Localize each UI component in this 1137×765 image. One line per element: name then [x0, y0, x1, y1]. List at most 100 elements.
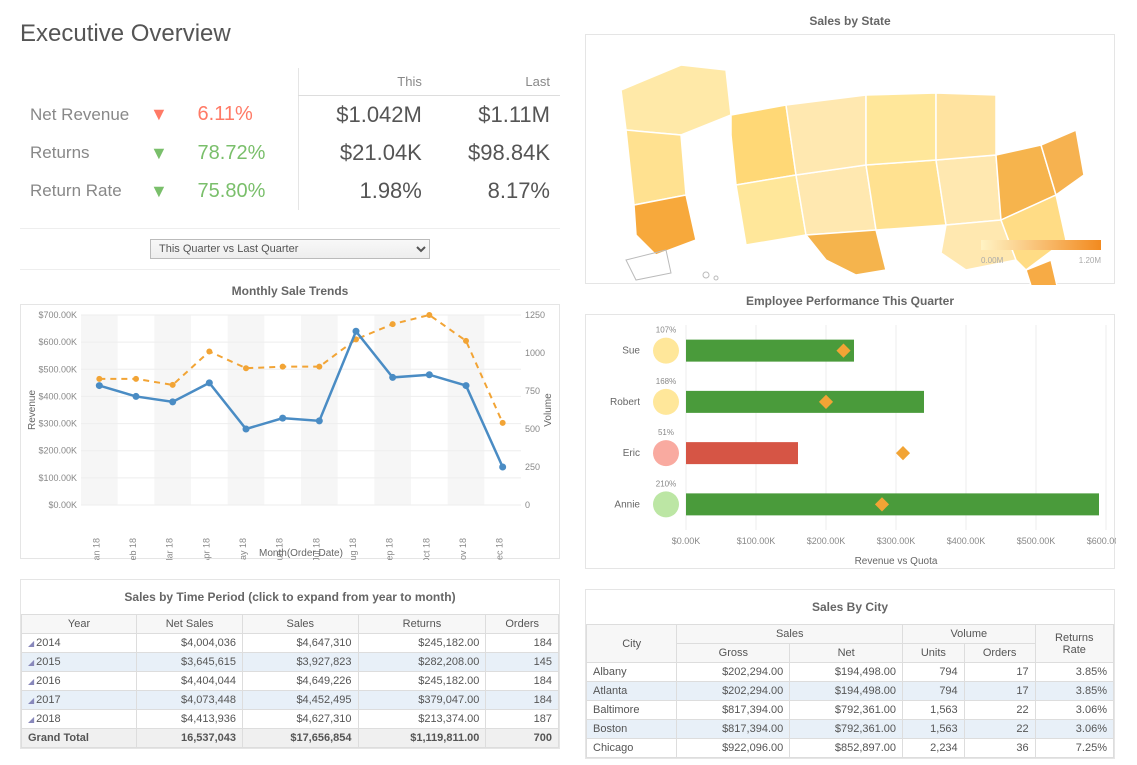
svg-text:1250: 1250: [525, 310, 545, 320]
table-row[interactable]: ◢2016$4,404,044$4,649,226$245,182.00184: [22, 672, 559, 691]
kpi-last: $1.11M: [432, 96, 560, 135]
expand-icon[interactable]: ◢: [28, 658, 34, 667]
svg-text:51%: 51%: [658, 428, 674, 437]
svg-text:$200.00K: $200.00K: [807, 536, 846, 546]
svg-text:Robert: Robert: [610, 397, 640, 408]
period-table-title: Sales by Time Period (click to expand fr…: [21, 586, 559, 608]
svg-text:Dec 18: Dec 18: [495, 538, 505, 560]
city-subcol[interactable]: Net: [790, 644, 903, 663]
kpi-this: 1.98%: [299, 172, 432, 210]
svg-text:168%: 168%: [656, 377, 676, 386]
table-row[interactable]: ◢2017$4,073,448$4,452,495$379,047.00184: [22, 691, 559, 710]
kpi-label: Returns: [20, 134, 140, 172]
svg-text:210%: 210%: [656, 479, 676, 488]
monthly-trends-chart[interactable]: $0.00K $100.00K $200.00K $300.00K $400.00K $5…: [20, 304, 560, 559]
employee-chart[interactable]: $0.00K $100.00K $200.00K $300.00K $400.00K $5…: [585, 314, 1115, 569]
period-col[interactable]: Orders: [486, 615, 559, 634]
svg-text:250: 250: [525, 462, 540, 472]
map-title: Sales by State: [585, 14, 1115, 28]
expand-icon[interactable]: ◢: [28, 696, 34, 705]
kpi-col-last: Last: [432, 68, 560, 96]
period-col[interactable]: Net Sales: [137, 615, 243, 634]
kpi-table: This Last Net Revenue ▼ 6.11% $1.042M $1…: [20, 68, 560, 210]
svg-text:Nov 18: Nov 18: [458, 538, 468, 560]
svg-text:Apr 18: Apr 18: [201, 538, 211, 560]
trends-title: Monthly Sale Trends: [20, 284, 560, 298]
table-row[interactable]: Chicago$922,096.00$852,897.002,234367.25…: [587, 739, 1114, 758]
svg-text:750: 750: [525, 386, 540, 396]
period-col[interactable]: Year: [22, 615, 137, 634]
svg-text:Sue: Sue: [622, 346, 640, 357]
svg-text:Jan 18: Jan 18: [91, 538, 101, 560]
svg-text:Mar 18: Mar 18: [165, 538, 175, 560]
table-row[interactable]: Boston$817,394.00$792,361.001,563223.06%: [587, 720, 1114, 739]
returns-col[interactable]: ReturnsRate: [1035, 625, 1113, 663]
svg-text:$100.00K: $100.00K: [737, 536, 776, 546]
city-table-title: Sales By City: [586, 596, 1114, 618]
kpi-pct: 6.11%: [188, 96, 299, 135]
city-subcol[interactable]: Orders: [964, 644, 1035, 663]
svg-text:Aug 18: Aug 18: [348, 538, 358, 560]
svg-text:1.20M: 1.20M: [1079, 256, 1102, 265]
volume-group[interactable]: Volume: [903, 625, 1036, 644]
svg-text:$700.00K: $700.00K: [38, 310, 77, 320]
svg-text:$0.00K: $0.00K: [48, 500, 77, 510]
svg-text:$300.00K: $300.00K: [38, 419, 77, 429]
svg-text:$0.00K: $0.00K: [672, 536, 701, 546]
svg-text:$600.00K: $600.00K: [38, 337, 77, 347]
kpi-last: 8.17%: [432, 172, 560, 210]
table-row[interactable]: ◢2015$3,645,615$3,927,823$282,208.00145: [22, 653, 559, 672]
page-title: Executive Overview: [20, 20, 560, 48]
kpi-pct: 78.72%: [188, 134, 299, 172]
table-row[interactable]: Baltimore$817,394.00$792,361.001,563223.…: [587, 701, 1114, 720]
city-table[interactable]: CitySalesVolumeReturnsRate GrossNetUnitsO…: [586, 624, 1114, 758]
svg-text:Eric: Eric: [623, 448, 640, 459]
svg-text:Revenue vs Quota: Revenue vs Quota: [855, 556, 938, 567]
svg-text:$300.00K: $300.00K: [877, 536, 916, 546]
trend-arrow-icon: ▼: [140, 172, 188, 210]
svg-text:Sep 18: Sep 18: [385, 538, 395, 560]
svg-text:$400.00K: $400.00K: [38, 391, 77, 401]
kpi-this: $1.042M: [299, 96, 432, 135]
svg-text:$400.00K: $400.00K: [947, 536, 986, 546]
period-col[interactable]: Sales: [243, 615, 358, 634]
svg-text:$100.00K: $100.00K: [38, 473, 77, 483]
expand-icon[interactable]: ◢: [28, 677, 34, 686]
expand-icon[interactable]: ◢: [28, 715, 34, 724]
table-row[interactable]: ◢2018$4,413,936$4,627,310$213,374.00187: [22, 710, 559, 729]
table-row[interactable]: ◢2014$4,004,036$4,647,310$245,182.00184: [22, 634, 559, 653]
period-table[interactable]: YearNet SalesSalesReturnsOrders◢2014$4,0…: [21, 614, 559, 748]
city-subcol[interactable]: Gross: [677, 644, 790, 663]
trend-arrow-icon: ▼: [140, 134, 188, 172]
svg-text:0.00M: 0.00M: [981, 256, 1004, 265]
table-row[interactable]: Atlanta$202,294.00$194,498.00794173.85%: [587, 682, 1114, 701]
svg-text:Revenue: Revenue: [27, 390, 38, 430]
svg-text:0: 0: [525, 500, 530, 510]
svg-text:107%: 107%: [656, 326, 676, 335]
svg-text:Volume: Volume: [543, 393, 554, 427]
period-filter-select[interactable]: This Quarter vs Last Quarter: [150, 239, 430, 259]
kpi-label: Return Rate: [20, 172, 140, 210]
svg-text:1000: 1000: [525, 348, 545, 358]
svg-text:$200.00K: $200.00K: [38, 446, 77, 456]
svg-text:May 18: May 18: [238, 538, 248, 560]
svg-text:500: 500: [525, 424, 540, 434]
sales-group[interactable]: Sales: [677, 625, 903, 644]
svg-text:$500.00K: $500.00K: [1017, 536, 1056, 546]
svg-text:Oct 18: Oct 18: [421, 538, 431, 560]
kpi-label: Net Revenue: [20, 96, 140, 135]
kpi-this: $21.04K: [299, 134, 432, 172]
sales-map[interactable]: 0.00M 1.20M: [585, 34, 1115, 284]
expand-icon[interactable]: ◢: [28, 639, 34, 648]
employee-title: Employee Performance This Quarter: [585, 294, 1115, 308]
svg-text:$500.00K: $500.00K: [38, 364, 77, 374]
city-subcol[interactable]: Units: [903, 644, 965, 663]
period-col[interactable]: Returns: [358, 615, 486, 634]
kpi-col-this: This: [299, 68, 432, 96]
table-row[interactable]: Albany$202,294.00$194,498.00794173.85%: [587, 663, 1114, 682]
grand-total-row: Grand Total16,537,043$17,656,854$1,119,8…: [22, 729, 559, 748]
city-col[interactable]: City: [587, 625, 677, 663]
trend-arrow-icon: ▼: [140, 96, 188, 135]
svg-text:Annie: Annie: [614, 499, 640, 510]
kpi-last: $98.84K: [432, 134, 560, 172]
